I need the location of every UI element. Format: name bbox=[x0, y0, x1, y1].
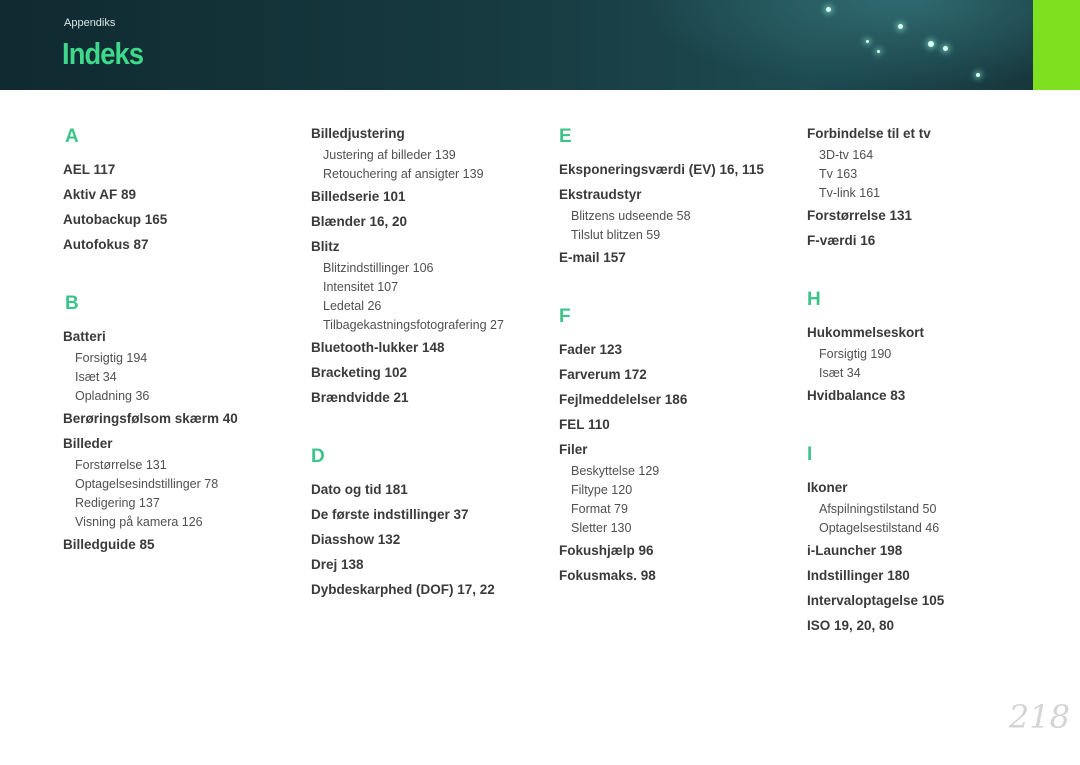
index-entry: E-mail 157 bbox=[559, 250, 626, 265]
index-entry: Fejlmeddelelser 186 bbox=[559, 392, 688, 407]
index-subentry: Intensitet 107 bbox=[323, 280, 399, 294]
index-subentry: Blitzens udseende 58 bbox=[571, 209, 691, 223]
section-label: Appendiks bbox=[64, 17, 116, 29]
index-subentry: Filtype 120 bbox=[571, 483, 633, 497]
index-entry: De første indstillinger 37 bbox=[311, 507, 469, 522]
index-entry: ISO 19, 20, 80 bbox=[807, 618, 895, 633]
sparkle-decoration bbox=[943, 46, 948, 51]
index-subentry: Beskyttelse 129 bbox=[571, 464, 660, 478]
index-subentry: Format 79 bbox=[571, 502, 628, 516]
page-title: Indeks bbox=[62, 36, 144, 71]
index-subentry: Tilbagekastningsfotografering 27 bbox=[323, 318, 504, 332]
index-entry: Farverum 172 bbox=[559, 367, 647, 382]
index-subentry: Isæt 34 bbox=[819, 366, 861, 380]
index-entry: Berøringsfølsom skærm 40 bbox=[63, 411, 238, 426]
index-entry: Diasshow 132 bbox=[311, 532, 401, 547]
index-entry: Eksponeringsværdi (EV) 16, 115 bbox=[559, 162, 764, 177]
letter-heading-d: D bbox=[311, 446, 325, 467]
index-subentry: Forstørrelse 131 bbox=[75, 458, 167, 472]
index-subentry: Opladning 36 bbox=[75, 389, 150, 403]
index-entry: Fokushjælp 96 bbox=[559, 543, 654, 558]
index-entry: Ekstraudstyr bbox=[559, 187, 642, 202]
index-entry: Ikoner bbox=[807, 480, 848, 495]
index-entry: Dato og tid 181 bbox=[311, 482, 408, 497]
index-entry: Batteri bbox=[63, 329, 106, 344]
index-entry: Autobackup 165 bbox=[63, 212, 168, 227]
index-entry: Blænder 16, 20 bbox=[311, 214, 408, 229]
index-subentry: 3D-tv 164 bbox=[819, 148, 874, 162]
index-entry: Forstørrelse 131 bbox=[807, 208, 913, 223]
index-subentry: Retouchering af ansigter 139 bbox=[323, 167, 484, 181]
index-subentry: Isæt 34 bbox=[75, 370, 117, 384]
index-entry: Bluetooth-lukker 148 bbox=[311, 340, 445, 355]
index-entry: Drej 138 bbox=[311, 557, 364, 572]
index-subentry: Justering af billeder 139 bbox=[323, 148, 456, 162]
index-entry: Billedjustering bbox=[311, 126, 405, 141]
index-entry: Bracketing 102 bbox=[311, 365, 408, 380]
index-entry: Filer bbox=[559, 442, 588, 457]
index-subentry: Forsigtig 190 bbox=[819, 347, 892, 361]
index-entry: Brændvidde 21 bbox=[311, 390, 409, 405]
index-subentry: Blitzindstillinger 106 bbox=[323, 261, 434, 275]
index-subentry: Forsigtig 194 bbox=[75, 351, 148, 365]
page-header: Appendiks Indeks bbox=[0, 0, 1080, 90]
index-subentry: Tilslut blitzen 59 bbox=[571, 228, 661, 242]
sparkle-decoration bbox=[866, 40, 869, 43]
index-entry: AEL 117 bbox=[63, 162, 116, 177]
letter-heading-h: H bbox=[807, 289, 821, 310]
index-entry: Indstillinger 180 bbox=[807, 568, 910, 583]
index-subentry: Ledetal 26 bbox=[323, 299, 382, 313]
index-subentry: Tv 163 bbox=[819, 167, 858, 181]
index-entry: Dybdeskarphed (DOF) 17, 22 bbox=[311, 582, 495, 597]
index-entry: Hukommelseskort bbox=[807, 325, 925, 340]
index-entry: Fader 123 bbox=[559, 342, 623, 357]
sparkle-decoration bbox=[877, 50, 880, 53]
letter-heading-i: I bbox=[807, 444, 813, 465]
letter-heading-f: F bbox=[559, 306, 571, 327]
index-entry: Billedguide 85 bbox=[63, 537, 155, 552]
index-entry: F-værdi 16 bbox=[807, 233, 876, 248]
index-entry: Aktiv AF 89 bbox=[63, 187, 137, 202]
sparkle-decoration bbox=[826, 7, 831, 12]
sparkle-decoration bbox=[898, 24, 903, 29]
index-entry: Billedserie 101 bbox=[311, 189, 406, 204]
index-entry: Billeder bbox=[63, 436, 113, 451]
index-entry: Hvidbalance 83 bbox=[807, 388, 906, 403]
index-subentry: Optagelsesindstillinger 78 bbox=[75, 477, 219, 491]
letter-heading-e: E bbox=[559, 126, 572, 147]
index-subentry: Redigering 137 bbox=[75, 496, 160, 510]
index-entry: Autofokus 87 bbox=[63, 237, 149, 252]
sparkle-decoration bbox=[928, 41, 934, 47]
index-subentry: Sletter 130 bbox=[571, 521, 632, 535]
index-entry: i-Launcher 198 bbox=[807, 543, 903, 558]
index-subentry: Visning på kamera 126 bbox=[75, 515, 203, 529]
index-subentry: Afspilningstilstand 50 bbox=[819, 502, 937, 516]
sparkle-decoration bbox=[976, 73, 980, 77]
index-subentry: Optagelsestilstand 46 bbox=[819, 521, 940, 535]
page-number: 218 bbox=[1008, 698, 1070, 736]
chapter-tab bbox=[1033, 0, 1080, 90]
index-subentry: Tv-link 161 bbox=[819, 186, 881, 200]
index-entry: Forbindelse til et tv bbox=[807, 126, 931, 141]
letter-heading-b: B bbox=[65, 293, 79, 314]
index-entry: Fokusmaks. 98 bbox=[559, 568, 656, 583]
letter-heading-a: A bbox=[65, 126, 79, 147]
index-entry: Intervaloptagelse 105 bbox=[807, 593, 945, 608]
index-entry: Blitz bbox=[311, 239, 340, 254]
index-entry: FEL 110 bbox=[559, 417, 610, 432]
